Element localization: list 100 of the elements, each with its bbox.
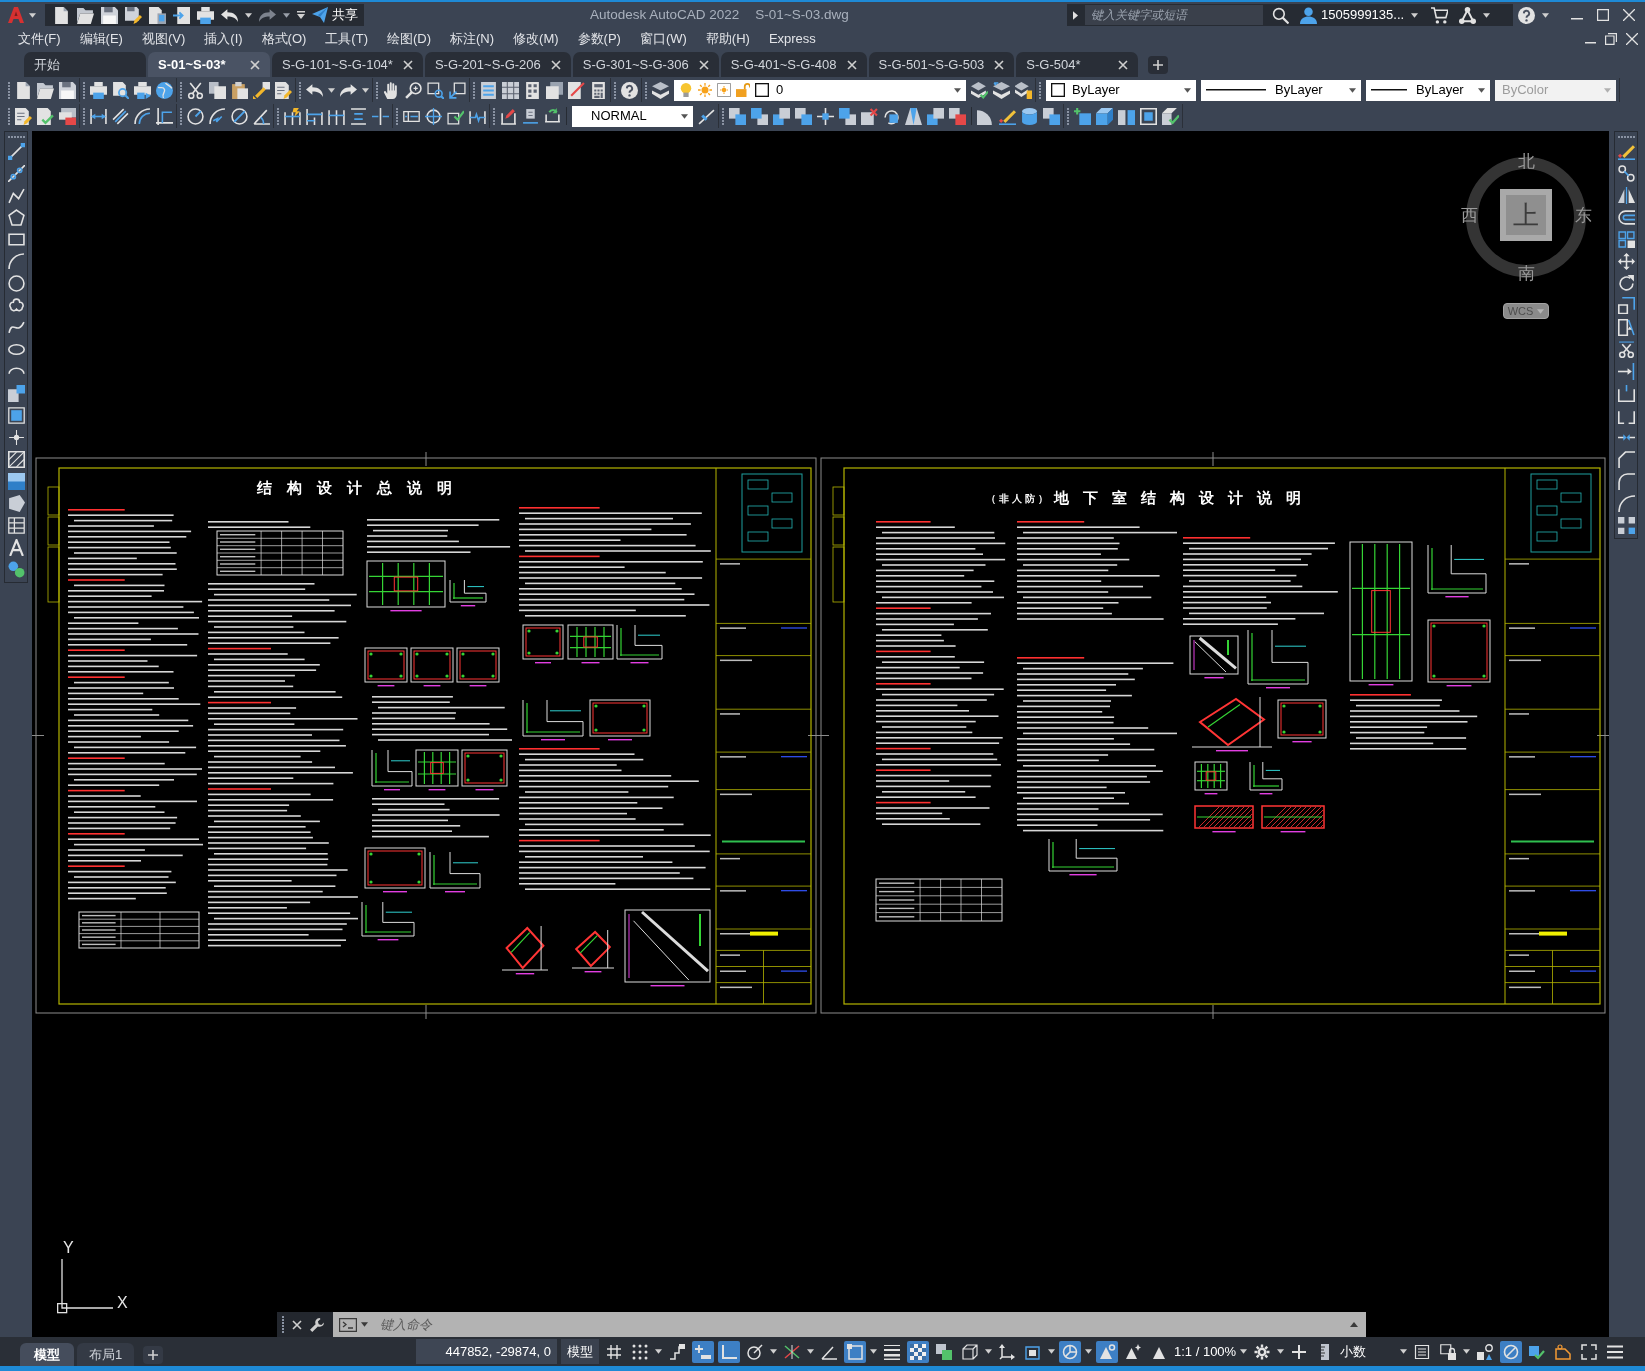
layer-dropdown[interactable]: 0 [674, 79, 966, 101]
line-icon[interactable] [7, 143, 25, 160]
caret-down-icon[interactable] [655, 1349, 662, 1354]
box-icon[interactable] [1140, 107, 1157, 125]
table-icon[interactable] [7, 517, 25, 534]
square-arrows-icon[interactable] [817, 107, 834, 125]
layers-check-icon[interactable] [971, 81, 988, 99]
revision-cloud-icon[interactable] [7, 297, 25, 314]
scale-icon[interactable] [1617, 297, 1635, 314]
stacked-pages-icon[interactable] [546, 81, 563, 99]
page-check-icon[interactable] [37, 107, 54, 125]
plus-icon[interactable] [1291, 1343, 1308, 1360]
offset-icon[interactable] [1617, 209, 1635, 226]
eraser-icon[interactable] [1617, 143, 1635, 160]
dimension-break-icon[interactable] [372, 107, 389, 125]
grid-panel-icon[interactable] [502, 81, 519, 99]
caret-up-icon[interactable] [1350, 1322, 1358, 1327]
file-tab[interactable]: S-G-301~S-G-306 [572, 52, 719, 77]
overlapping-squares-icon[interactable] [839, 107, 856, 125]
scissors-icon[interactable] [187, 81, 204, 99]
caret-down-icon[interactable] [1411, 12, 1419, 18]
cylinder-icon[interactable] [1021, 107, 1038, 125]
cart-icon[interactable] [1431, 6, 1449, 24]
angular-dimension-icon[interactable] [253, 107, 270, 125]
continue-dimension-icon[interactable] [328, 107, 345, 125]
spline-icon[interactable] [7, 319, 25, 336]
caret-down-icon[interactable] [770, 1349, 777, 1354]
page-pencil-icon[interactable] [15, 107, 32, 125]
dimension-space-icon[interactable] [350, 107, 367, 125]
customize-caret-icon[interactable] [297, 11, 305, 19]
caret-down-icon[interactable] [362, 87, 369, 93]
dynamic-input-icon[interactable] [692, 1340, 714, 1363]
center-mark-icon[interactable] [425, 107, 442, 125]
close-icon[interactable] [292, 1319, 302, 1330]
jogged-radius-icon[interactable] [209, 107, 226, 125]
clean-screen-icon[interactable] [1581, 1343, 1598, 1360]
blend-curves-icon[interactable] [1617, 495, 1635, 512]
hand-icon[interactable] [383, 81, 400, 99]
caret-down-icon[interactable] [1184, 87, 1191, 93]
properties-icon[interactable] [480, 81, 497, 99]
overlapping-squares-icon[interactable] [795, 107, 812, 125]
close-icon[interactable] [1623, 9, 1635, 21]
close-icon[interactable] [846, 59, 857, 70]
caret-down-icon[interactable] [1240, 1349, 1248, 1354]
new-file-icon[interactable] [53, 6, 70, 24]
maximize-icon[interactable] [1597, 9, 1609, 21]
page-arrow-icon[interactable] [173, 6, 190, 24]
menu-item[interactable]: 视图(V) [141, 29, 186, 49]
layers-page-icon[interactable] [1015, 81, 1032, 99]
dimension-update-icon[interactable] [544, 107, 561, 125]
tool-palette-icon[interactable] [524, 81, 541, 99]
user-name[interactable]: 1505999135... [1321, 5, 1405, 25]
grid-icon[interactable] [606, 1343, 622, 1360]
folder-icon[interactable] [37, 81, 54, 99]
array-icon[interactable] [1617, 231, 1635, 248]
file-tab[interactable]: 开始 [24, 52, 146, 77]
linetype-dropdown[interactable]: ByLayer [1201, 79, 1361, 101]
menu-item[interactable]: 格式(O) [261, 29, 307, 49]
search-icon[interactable] [1272, 6, 1289, 24]
dimension-style-dropdown[interactable]: NORMAL [572, 105, 693, 127]
globe-icon[interactable] [156, 81, 173, 99]
menu-item[interactable]: 文件(F) [18, 29, 61, 49]
lock-ui-icon[interactable] [1440, 1343, 1457, 1360]
caret-down-icon[interactable] [1483, 12, 1491, 18]
folder-icon[interactable] [77, 6, 94, 24]
shape-delete-icon[interactable] [861, 107, 878, 125]
aligned-dimension-icon[interactable] [112, 107, 129, 125]
add-selected-icon[interactable] [7, 561, 25, 578]
explode-icon[interactable] [1617, 517, 1635, 534]
linear-dimension-icon[interactable] [90, 107, 107, 125]
copy-objects-icon[interactable] [1617, 165, 1635, 182]
color-dropdown[interactable]: ByLayer [1046, 79, 1196, 101]
menu-item[interactable]: 绘图(D) [386, 29, 431, 49]
layers-icon[interactable] [652, 81, 669, 99]
drawing-canvas[interactable]: 结构设计总说明 （非人防） 地下室结构设计说明 北 西 上 东 南 WCS Y X 键入命令 [32, 131, 1609, 1337]
polygon-icon[interactable] [7, 209, 25, 226]
page-tablet-icon[interactable] [149, 6, 166, 24]
radius-dimension-icon[interactable] [187, 107, 204, 125]
file-tab[interactable]: S-G-501~S-G-503 [868, 52, 1015, 77]
caret-down-icon[interactable] [245, 12, 252, 18]
color-swatch-icon[interactable] [755, 83, 769, 97]
object-snap-3d-icon[interactable] [962, 1343, 978, 1360]
dimension-text-edit-icon[interactable] [522, 107, 539, 125]
overlapping-squares-icon[interactable] [949, 107, 966, 125]
framed-sun-icon[interactable] [717, 83, 731, 97]
units-dropdown[interactable]: 小数 [1340, 1341, 1367, 1362]
copy-icon[interactable] [209, 81, 226, 99]
markup-icon[interactable] [568, 81, 585, 99]
caret-down-icon[interactable] [1048, 1349, 1055, 1354]
isometric-drafting-icon[interactable] [784, 1343, 800, 1360]
overlapping-squares-icon[interactable] [1043, 107, 1060, 125]
menu-item[interactable]: 工具(T) [325, 29, 368, 49]
overlapping-squares-icon[interactable] [751, 107, 768, 125]
annotation-autoscale-icon[interactable] [1125, 1343, 1141, 1360]
isolate-objects-icon[interactable] [1477, 1343, 1494, 1360]
break-at-point-icon[interactable] [1617, 385, 1635, 402]
tag-icon[interactable] [1555, 1343, 1572, 1360]
make-block-icon[interactable] [7, 407, 25, 424]
caret-down-icon[interactable] [870, 1349, 877, 1354]
calculator-icon[interactable] [590, 81, 607, 99]
